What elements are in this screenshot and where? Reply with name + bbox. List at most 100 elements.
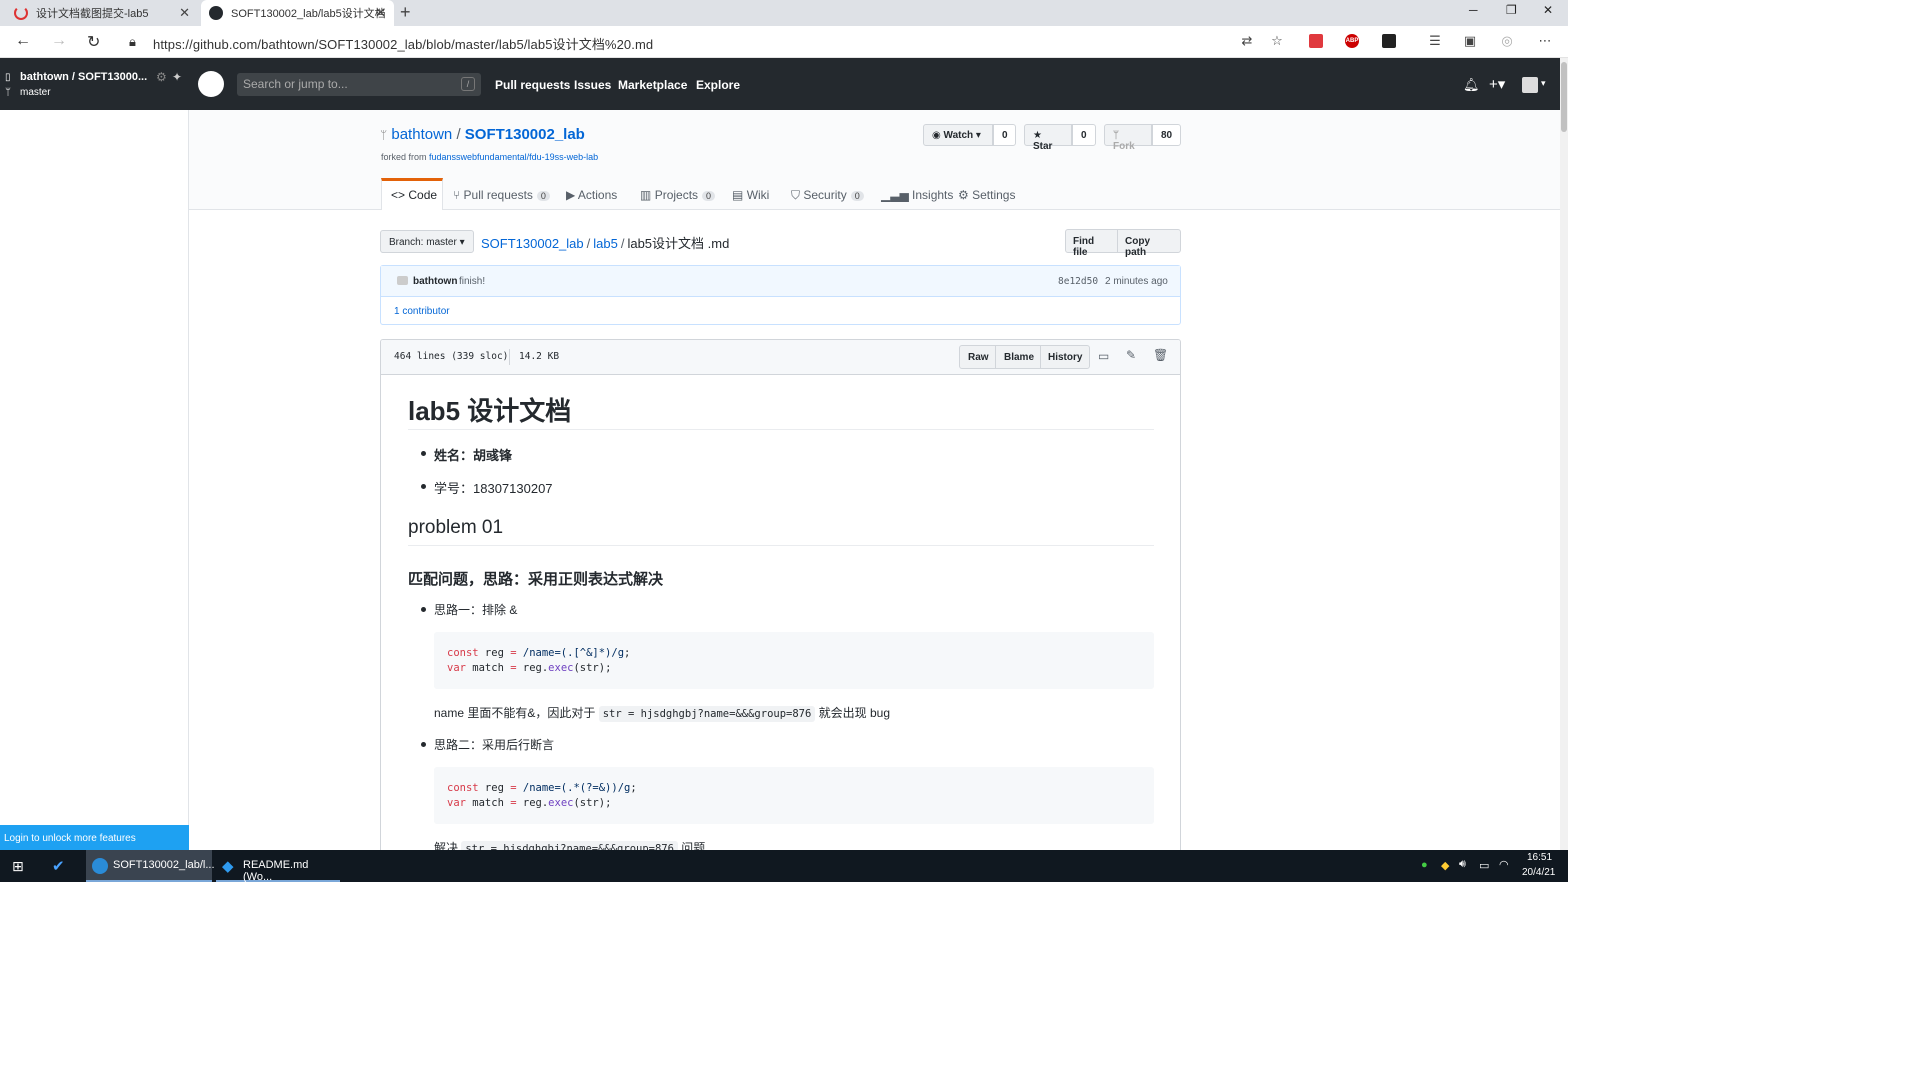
wechat-icon[interactable]: ● bbox=[1421, 859, 1428, 871]
tab-label: Actions bbox=[577, 188, 618, 202]
browser-tab-2[interactable]: SOFT130002_lab/lab5设计文档 ✕ bbox=[201, 0, 394, 26]
contributors-link[interactable]: 1 contributor bbox=[394, 306, 450, 317]
star-count[interactable]: 0 bbox=[1072, 124, 1096, 146]
back-icon[interactable]: ← bbox=[15, 32, 31, 50]
tab-settings[interactable]: ⚙ Settings bbox=[958, 188, 1015, 202]
forward-icon[interactable]: → bbox=[51, 32, 67, 50]
forked-from-link[interactable]: fudansswebfundamental/fdu-19ss-web-lab bbox=[429, 152, 598, 162]
fork-button[interactable]: ᛘ Fork bbox=[1104, 124, 1152, 152]
collections-icon[interactable]: ▣ bbox=[1463, 34, 1477, 48]
translate-icon[interactable]: ⇄ bbox=[1240, 34, 1254, 48]
code-token: reg bbox=[478, 782, 511, 794]
tab-code[interactable]: <> Code bbox=[381, 178, 443, 210]
github-logo-icon[interactable] bbox=[198, 71, 224, 97]
breadcrumb-file: lab5设计文档 .md bbox=[627, 236, 730, 251]
login-banner[interactable]: Login to unlock more features bbox=[0, 825, 189, 850]
fork-icon: ᛘ bbox=[1113, 130, 1119, 141]
branch-icon: ᛘ bbox=[5, 87, 11, 98]
code-token: /name=(.[^&]*)/g bbox=[516, 647, 625, 659]
window-close-icon[interactable]: ✕ bbox=[1543, 3, 1553, 17]
volume-icon[interactable]: 🔊︎ bbox=[1459, 858, 1466, 871]
file-viewer: 464 lines (339 sloc) 14.2 KB Raw Blame H… bbox=[380, 339, 1181, 859]
page-scrollbar[interactable] bbox=[1560, 58, 1568, 850]
octotree-repo[interactable]: bathtown / SOFT13000... bbox=[20, 71, 147, 83]
clock-date[interactable]: 20/4/21 bbox=[1522, 867, 1555, 878]
commit-sha[interactable]: 8e12d50 bbox=[1058, 276, 1098, 287]
code-icon: <> bbox=[391, 188, 406, 202]
commit-author[interactable]: bathtown bbox=[413, 276, 457, 287]
adblock-icon[interactable]: ABP bbox=[1345, 34, 1359, 48]
watch-button[interactable]: ◉ Watch ▾ bbox=[923, 124, 993, 146]
url-field[interactable]: https://github.com/bathtown/SOFT130002_l… bbox=[153, 34, 653, 53]
github-icon bbox=[209, 6, 223, 20]
avatar[interactable] bbox=[1522, 77, 1538, 93]
tab-wiki[interactable]: ▤ Wiki bbox=[732, 188, 769, 202]
extension-red-icon[interactable] bbox=[1309, 34, 1323, 48]
raw-button[interactable]: Raw bbox=[959, 345, 996, 369]
create-new-icon[interactable]: +▾ bbox=[1489, 75, 1505, 93]
edge-icon bbox=[92, 858, 108, 874]
pin-icon[interactable]: ✦ bbox=[172, 70, 182, 84]
minimize-icon[interactable]: ─ bbox=[1469, 3, 1478, 17]
bullet bbox=[421, 607, 426, 612]
watch-count[interactable]: 0 bbox=[993, 124, 1016, 146]
browser-tab-strip: 设计文档截图提交-lab5 ✕ SOFT130002_lab/lab5设计文档 … bbox=[0, 0, 1568, 26]
refresh-icon[interactable]: ↻ bbox=[87, 32, 100, 52]
pencil-icon[interactable]: ✎ bbox=[1126, 348, 1136, 362]
extension-dark-icon[interactable] bbox=[1382, 34, 1396, 48]
taskbar-app-vscode[interactable]: ◆ README.md (Wo... bbox=[216, 850, 340, 883]
branch-selector[interactable]: Branch: master ▾ bbox=[380, 230, 474, 253]
scrollbar-thumb[interactable] bbox=[1561, 62, 1567, 132]
battery-icon[interactable]: ▭ bbox=[1479, 859, 1489, 872]
restore-icon[interactable]: ❐ bbox=[1506, 3, 1517, 17]
tab-insights[interactable]: ▁▃▅ Insights bbox=[881, 188, 953, 202]
taskbar-app-edge[interactable]: SOFT130002_lab/l... bbox=[86, 850, 215, 882]
tab-actions[interactable]: ▶ Actions bbox=[566, 188, 617, 202]
tab-count: 0 bbox=[850, 191, 864, 201]
repo-owner-link[interactable]: bathtown bbox=[391, 126, 452, 143]
octotree-header: ▯ bathtown / SOFT13000... ⚙ ✦ ᛘ master bbox=[0, 58, 189, 110]
more-menu-icon[interactable]: ⋯ bbox=[1538, 34, 1552, 48]
settings-gear-icon[interactable]: ⚙ bbox=[156, 70, 167, 84]
repo-name-link[interactable]: SOFT130002_lab bbox=[465, 126, 585, 143]
notification-bell-icon[interactable]: 🔔︎ bbox=[1463, 77, 1480, 93]
history-button[interactable]: History bbox=[1040, 345, 1090, 369]
star-button[interactable]: ★ Star bbox=[1024, 124, 1072, 152]
tab-projects[interactable]: ▥ Projects 0 bbox=[640, 188, 716, 202]
shield-icon: ⛉ bbox=[791, 188, 801, 202]
search-shortcut-key: / bbox=[461, 77, 475, 91]
nav-explore[interactable]: Explore bbox=[696, 78, 740, 92]
search-input[interactable]: Search or jump to... / bbox=[237, 73, 481, 96]
browser-tab-1[interactable]: 设计文档截图提交-lab5 ✕ bbox=[6, 0, 198, 26]
find-file-button[interactable]: Find file bbox=[1065, 229, 1118, 258]
blame-button[interactable]: Blame bbox=[995, 345, 1041, 369]
profile-icon[interactable]: ◎ bbox=[1500, 34, 1514, 48]
clock-time[interactable]: 16:51 bbox=[1527, 852, 1552, 863]
tab-security[interactable]: ⛉ Security 0 bbox=[791, 188, 864, 203]
chevron-down-icon[interactable]: ▾ bbox=[1541, 78, 1546, 89]
windows-start-icon[interactable]: ⊞ bbox=[12, 858, 24, 875]
new-tab-icon[interactable]: + bbox=[400, 2, 411, 23]
close-tab-icon[interactable]: ✕ bbox=[179, 5, 190, 21]
code-token: reg bbox=[478, 647, 511, 659]
nav-marketplace[interactable]: Marketplace bbox=[618, 78, 687, 92]
taskbar-app-label: README.md (Wo... bbox=[243, 859, 309, 883]
security-tray-icon[interactable]: ◆ bbox=[1441, 859, 1449, 872]
tab-label: Insights bbox=[912, 188, 954, 202]
close-tab-icon[interactable]: ✕ bbox=[375, 5, 386, 21]
favorite-star-icon[interactable]: ☆ bbox=[1270, 34, 1284, 48]
nav-pull-requests[interactable]: Pull requests bbox=[495, 78, 570, 92]
copy-path-button[interactable]: Copy path bbox=[1117, 229, 1181, 258]
favorites-icon[interactable]: ☰ bbox=[1428, 34, 1442, 48]
wifi-icon[interactable]: ◠ bbox=[1499, 858, 1509, 871]
fork-count[interactable]: 80 bbox=[1152, 124, 1181, 146]
todo-app-icon[interactable]: ✔ bbox=[52, 857, 65, 875]
nav-issues[interactable]: Issues bbox=[574, 78, 611, 92]
breadcrumb-repo[interactable]: SOFT130002_lab bbox=[481, 236, 584, 251]
code-token: exec bbox=[548, 662, 574, 674]
desktop-icon[interactable]: ▭ bbox=[1098, 349, 1109, 363]
tab-pull-requests[interactable]: ⑂ Pull requests 0 bbox=[453, 188, 550, 202]
trash-icon[interactable]: 🗑︎ bbox=[1153, 348, 1168, 362]
breadcrumb-dir[interactable]: lab5 bbox=[593, 236, 618, 251]
commit-message[interactable]: finish! bbox=[459, 276, 485, 287]
